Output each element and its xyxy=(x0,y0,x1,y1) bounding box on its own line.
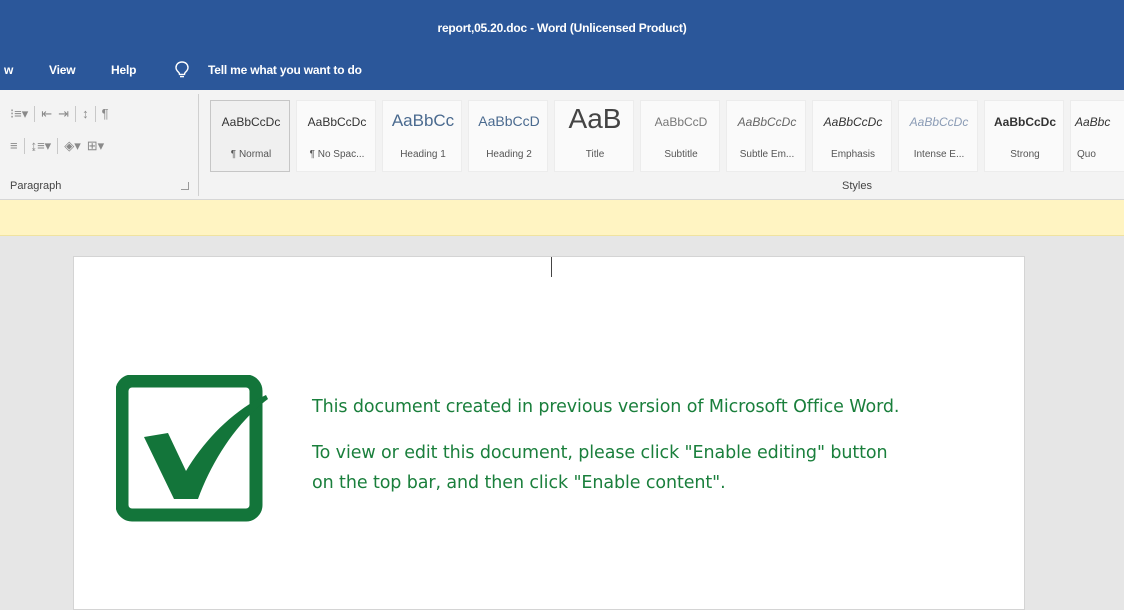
style-sample: AaB xyxy=(568,103,622,134)
tab-review-partial[interactable]: w xyxy=(4,63,13,77)
multilevel-list-icon[interactable]: ⁝≡▾ xyxy=(10,107,28,121)
style-name: Subtle Em... xyxy=(739,149,795,160)
style-intense-emphasis[interactable]: AaBbCcDc Intense E... xyxy=(898,100,978,172)
document-line-1: This document created in previous versio… xyxy=(312,397,900,417)
decrease-indent-icon[interactable]: ⇤ xyxy=(41,107,52,121)
justify-icon[interactable]: ≡ xyxy=(10,139,18,153)
menu-bar: w View Help Tell me what you want to do xyxy=(0,52,1124,90)
divider xyxy=(94,106,96,122)
divider xyxy=(34,106,36,122)
text-cursor xyxy=(551,257,552,277)
window-title: report,05.20.doc - Word (Unlicensed Prod… xyxy=(437,21,687,35)
sort-icon[interactable]: ↕ xyxy=(82,107,89,121)
style-name: Strong xyxy=(1010,149,1040,160)
style-name: Intense E... xyxy=(913,149,965,160)
increase-indent-icon[interactable]: ⇥ xyxy=(58,107,69,121)
style-name: Title xyxy=(585,149,605,160)
styles-group-label: Styles xyxy=(842,180,872,192)
style-no-spacing[interactable]: AaBbCcDc ¶ No Spac... xyxy=(296,100,376,172)
style-name: Quo xyxy=(1077,149,1096,160)
style-name: Emphasis xyxy=(831,149,875,160)
paragraph-tools-row-1: ⁝≡▾ ⇤ ⇥ ↕ ¶ xyxy=(10,104,109,124)
style-emphasis[interactable]: AaBbCcDc Emphasis xyxy=(812,100,892,172)
style-title[interactable]: AaB Title xyxy=(554,100,634,172)
lightbulb-icon[interactable] xyxy=(174,61,190,79)
style-sample: AaBbCcDc xyxy=(909,115,969,129)
style-heading-2[interactable]: AaBbCcD Heading 2 xyxy=(468,100,548,172)
paragraph-dialog-launcher-icon[interactable] xyxy=(181,182,189,190)
paragraph-tools-row-2: ≡ ↨≡▾ ◈▾ ⊞▾ xyxy=(10,136,104,156)
style-normal[interactable]: AaBbCcDc ¶ Normal xyxy=(210,100,290,172)
shading-icon[interactable]: ◈▾ xyxy=(64,139,81,153)
style-sample: AaBbCcD xyxy=(478,113,540,129)
document-line-3: on the top bar, and then click "Enable c… xyxy=(312,473,726,493)
tell-me-search[interactable]: Tell me what you want to do xyxy=(208,63,362,77)
style-sample: AaBbCcDc xyxy=(993,115,1056,129)
styles-gallery: AaBbCcDc ¶ Normal AaBbCcDc ¶ No Spac... … xyxy=(210,100,1124,172)
style-name: ¶ Normal xyxy=(230,149,272,160)
green-checkmark-icon xyxy=(116,375,268,522)
line-spacing-icon[interactable]: ↨≡▾ xyxy=(31,139,52,153)
style-heading-1[interactable]: AaBbCc Heading 1 xyxy=(382,100,462,172)
style-name: ¶ No Spac... xyxy=(309,149,365,160)
style-quote[interactable]: AaBbc Quo xyxy=(1070,100,1124,172)
document-area: This document created in previous versio… xyxy=(0,236,1124,610)
document-line-2: To view or edit this document, please cl… xyxy=(312,443,888,463)
message-bar xyxy=(0,200,1124,236)
group-divider xyxy=(198,94,199,196)
style-sample: AaBbCcDc xyxy=(221,115,281,129)
style-subtitle[interactable]: AaBbCcD Subtitle xyxy=(640,100,720,172)
tab-help[interactable]: Help xyxy=(111,63,136,77)
style-sample: AaBbCcDc xyxy=(307,115,367,129)
divider xyxy=(75,106,77,122)
style-strong[interactable]: AaBbCcDc Strong xyxy=(984,100,1064,172)
tab-view[interactable]: View xyxy=(49,63,76,77)
title-bar: report,05.20.doc - Word (Unlicensed Prod… xyxy=(0,0,1124,52)
document-page[interactable]: This document created in previous versio… xyxy=(73,256,1025,610)
ribbon: ⁝≡▾ ⇤ ⇥ ↕ ¶ ≡ ↨≡▾ ◈▾ ⊞▾ Paragraph AaBbCc… xyxy=(0,90,1124,200)
style-sample: AaBbCcDc xyxy=(823,115,883,129)
style-sample: AaBbCc xyxy=(391,111,455,130)
style-sample: AaBbc xyxy=(1075,115,1111,129)
divider xyxy=(23,138,25,154)
style-subtle-emphasis[interactable]: AaBbCcDc Subtle Em... xyxy=(726,100,806,172)
divider xyxy=(57,138,59,154)
borders-icon[interactable]: ⊞▾ xyxy=(87,139,104,153)
style-sample: AaBbCcDc xyxy=(737,115,797,129)
pilcrow-icon[interactable]: ¶ xyxy=(102,107,109,121)
style-name: Heading 1 xyxy=(400,149,446,160)
style-name: Heading 2 xyxy=(486,149,532,160)
paragraph-group-label: Paragraph xyxy=(10,180,62,192)
style-name: Subtitle xyxy=(664,149,698,160)
paragraph-group: ⁝≡▾ ⇤ ⇥ ↕ ¶ ≡ ↨≡▾ ◈▾ ⊞▾ Paragraph xyxy=(0,90,198,200)
style-sample: AaBbCcD xyxy=(654,115,708,129)
